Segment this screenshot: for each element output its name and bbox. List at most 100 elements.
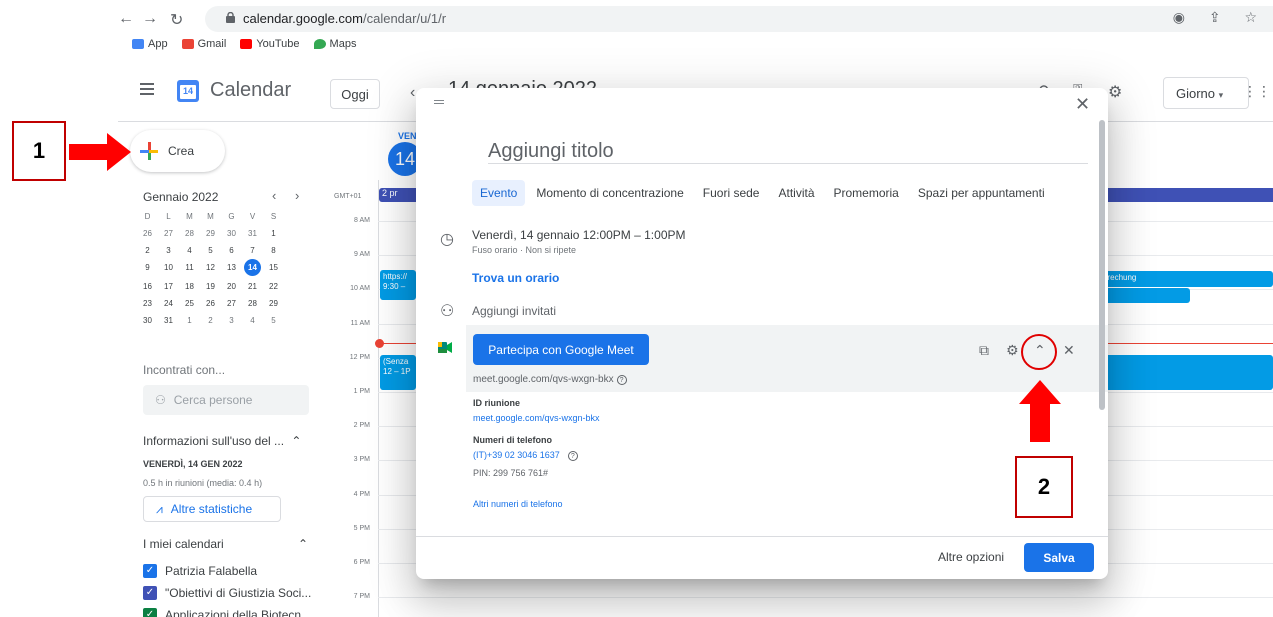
event-timezone-recurrence[interactable]: Fuso orario · Non si ripete [472, 245, 576, 255]
mini-calendar-day[interactable]: 10 [158, 261, 179, 274]
more-options-button[interactable]: Altre opzioni [938, 550, 1004, 564]
mini-next-icon[interactable]: › [295, 188, 299, 203]
calendar-item[interactable]: ✓ Applicazioni della Biotecn... [143, 608, 311, 617]
gear-icon[interactable]: ⚙ [1006, 342, 1019, 359]
mini-calendar-day[interactable]: 30 [221, 227, 242, 240]
mini-calendar-day[interactable]: 1 [179, 314, 200, 327]
mini-calendar-day[interactable]: 11 [179, 261, 200, 274]
save-button[interactable]: Salva [1024, 543, 1094, 572]
meeting-id-link[interactable]: meet.google.com/qvs-wxgn-bkx [473, 413, 600, 423]
join-google-meet-button[interactable]: Partecipa con Google Meet [473, 334, 649, 365]
calendar-item[interactable]: ✓ "Obiettivi di Giustizia Soci... [143, 586, 311, 600]
tab-task[interactable]: Attività [770, 180, 822, 206]
google-apps-icon[interactable]: ⋮⋮⋮ [1243, 83, 1273, 100]
mini-calendar-day[interactable]: 18 [179, 280, 200, 293]
settings-icon[interactable]: ⚙ [1108, 82, 1122, 102]
mini-calendar-day[interactable]: 5 [263, 314, 284, 327]
mini-calendar-day[interactable]: 4 [242, 314, 263, 327]
mini-calendar-day[interactable]: 5 [200, 244, 221, 257]
bookmark-app[interactable]: App [132, 38, 168, 50]
more-stats-button[interactable]: ⩘ Altre statistiche [143, 496, 281, 522]
mini-calendar-day[interactable]: 25 [179, 297, 200, 310]
event-datetime[interactable]: Venerdì, 14 gennaio 12:00PM – 1:00PM [472, 228, 686, 242]
forward-icon[interactable]: → [142, 10, 158, 28]
mini-calendar-day[interactable]: 2 [200, 314, 221, 327]
back-icon[interactable]: ← [118, 10, 134, 28]
mini-calendar-day[interactable]: 27 [158, 227, 179, 240]
event-block[interactable] [1100, 355, 1273, 390]
mini-calendar-day[interactable]: 8 [263, 244, 284, 257]
mini-calendar-day[interactable]: 29 [263, 297, 284, 310]
mini-calendar-day[interactable]: 14 [244, 259, 261, 276]
tab-event[interactable]: Evento [472, 180, 526, 206]
mini-calendar-day[interactable]: 27 [221, 297, 242, 310]
mini-calendar-day[interactable]: 3 [158, 244, 179, 257]
mini-calendar-day[interactable]: 13 [221, 261, 242, 274]
create-button[interactable]: Crea [130, 130, 225, 172]
more-phone-numbers-link[interactable]: Altri numeri di telefono [473, 499, 563, 509]
main-menu-icon[interactable] [140, 83, 154, 95]
mini-calendar-day[interactable]: 15 [263, 261, 284, 274]
mini-prev-icon[interactable]: ‹ [272, 188, 276, 203]
tab-out-of-office[interactable]: Fuori sede [695, 180, 768, 206]
today-button[interactable]: Oggi [330, 79, 380, 109]
remove-meet-icon[interactable]: ✕ [1063, 342, 1075, 359]
view-selector[interactable]: Giorno ▾ [1163, 77, 1249, 109]
phone-number-link[interactable]: (IT)+39 02 3046 1637? [473, 450, 578, 461]
meet-link[interactable]: meet.google.com/qvs-wxgn-bkx? [473, 374, 627, 385]
event-block[interactable]: https://9:30 – [380, 270, 416, 300]
mini-calendar-day[interactable]: 4 [179, 244, 200, 257]
drag-handle-icon[interactable] [434, 100, 444, 104]
event-block[interactable]: prechung [1100, 271, 1273, 287]
add-guests-input[interactable]: Aggiungi invitati [472, 304, 556, 318]
mini-calendar-day[interactable]: 16 [137, 280, 158, 293]
mini-calendar-day[interactable]: 30 [137, 314, 158, 327]
checkbox-icon[interactable]: ✓ [143, 608, 157, 617]
mini-calendar-day[interactable]: 29 [200, 227, 221, 240]
event-block[interactable] [1100, 288, 1190, 303]
mini-calendar-day[interactable]: 26 [137, 227, 158, 240]
tab-appointment-slots[interactable]: Spazi per appuntamenti [910, 180, 1053, 206]
mini-calendar-day[interactable]: 19 [200, 280, 221, 293]
event-title-input[interactable]: Aggiungi titolo [488, 140, 614, 163]
mini-calendar-day[interactable]: 7 [242, 244, 263, 257]
tab-focus-time[interactable]: Momento di concentrazione [528, 180, 691, 206]
mini-calendar-day[interactable]: 6 [221, 244, 242, 257]
mini-calendar-day[interactable]: 21 [242, 280, 263, 293]
checkbox-icon[interactable]: ✓ [143, 564, 157, 578]
tab-reminder[interactable]: Promemoria [826, 180, 907, 206]
usage-section-title[interactable]: Informazioni sull'uso del ... ⌃ [143, 434, 301, 448]
dialog-scrollbar[interactable] [1099, 120, 1105, 410]
mini-calendar-day[interactable]: 2 [137, 244, 158, 257]
mini-calendar-day[interactable]: 31 [158, 314, 179, 327]
my-calendars-title[interactable]: I miei calendari ⌃ [143, 537, 308, 551]
help-icon[interactable]: ? [567, 451, 578, 461]
bookmark-maps[interactable]: Maps [313, 38, 356, 50]
browser-extension-icons[interactable]: ◉ ⇪ ☆ [1173, 9, 1267, 26]
search-people-input[interactable]: ⚇ Cerca persone [143, 385, 309, 415]
event-block[interactable]: (Senza 12 – 1P [380, 355, 416, 390]
mini-calendar-day[interactable]: 28 [179, 227, 200, 240]
mini-calendar-day[interactable]: 23 [137, 297, 158, 310]
mini-calendar-day[interactable]: 26 [200, 297, 221, 310]
allday-event-bar[interactable] [1100, 188, 1273, 202]
help-icon[interactable]: ? [616, 375, 627, 385]
mini-calendar-day[interactable]: 20 [221, 280, 242, 293]
chevron-left-icon[interactable]: ‹ [410, 84, 415, 102]
close-icon[interactable]: ✕ [1075, 94, 1090, 115]
allday-event[interactable]: 2 pr [379, 188, 419, 202]
calendar-item[interactable]: ✓ Patrizia Falabella [143, 564, 257, 578]
mini-calendar-day[interactable]: 28 [242, 297, 263, 310]
mini-calendar-day[interactable]: 22 [263, 280, 284, 293]
mini-calendar-day[interactable]: 1 [263, 227, 284, 240]
mini-calendar-day[interactable]: 3 [221, 314, 242, 327]
find-time-link[interactable]: Trova un orario [472, 271, 559, 285]
bookmark-gmail[interactable]: Gmail [181, 38, 226, 50]
mini-calendar-day[interactable]: 31 [242, 227, 263, 240]
mini-calendar-day[interactable]: 9 [137, 261, 158, 274]
bookmark-youtube[interactable]: YouTube [240, 38, 300, 50]
mini-calendar-day[interactable]: 24 [158, 297, 179, 310]
mini-calendar-day[interactable]: 12 [200, 261, 221, 274]
checkbox-icon[interactable]: ✓ [143, 586, 157, 600]
reload-icon[interactable]: ↻ [170, 10, 183, 30]
